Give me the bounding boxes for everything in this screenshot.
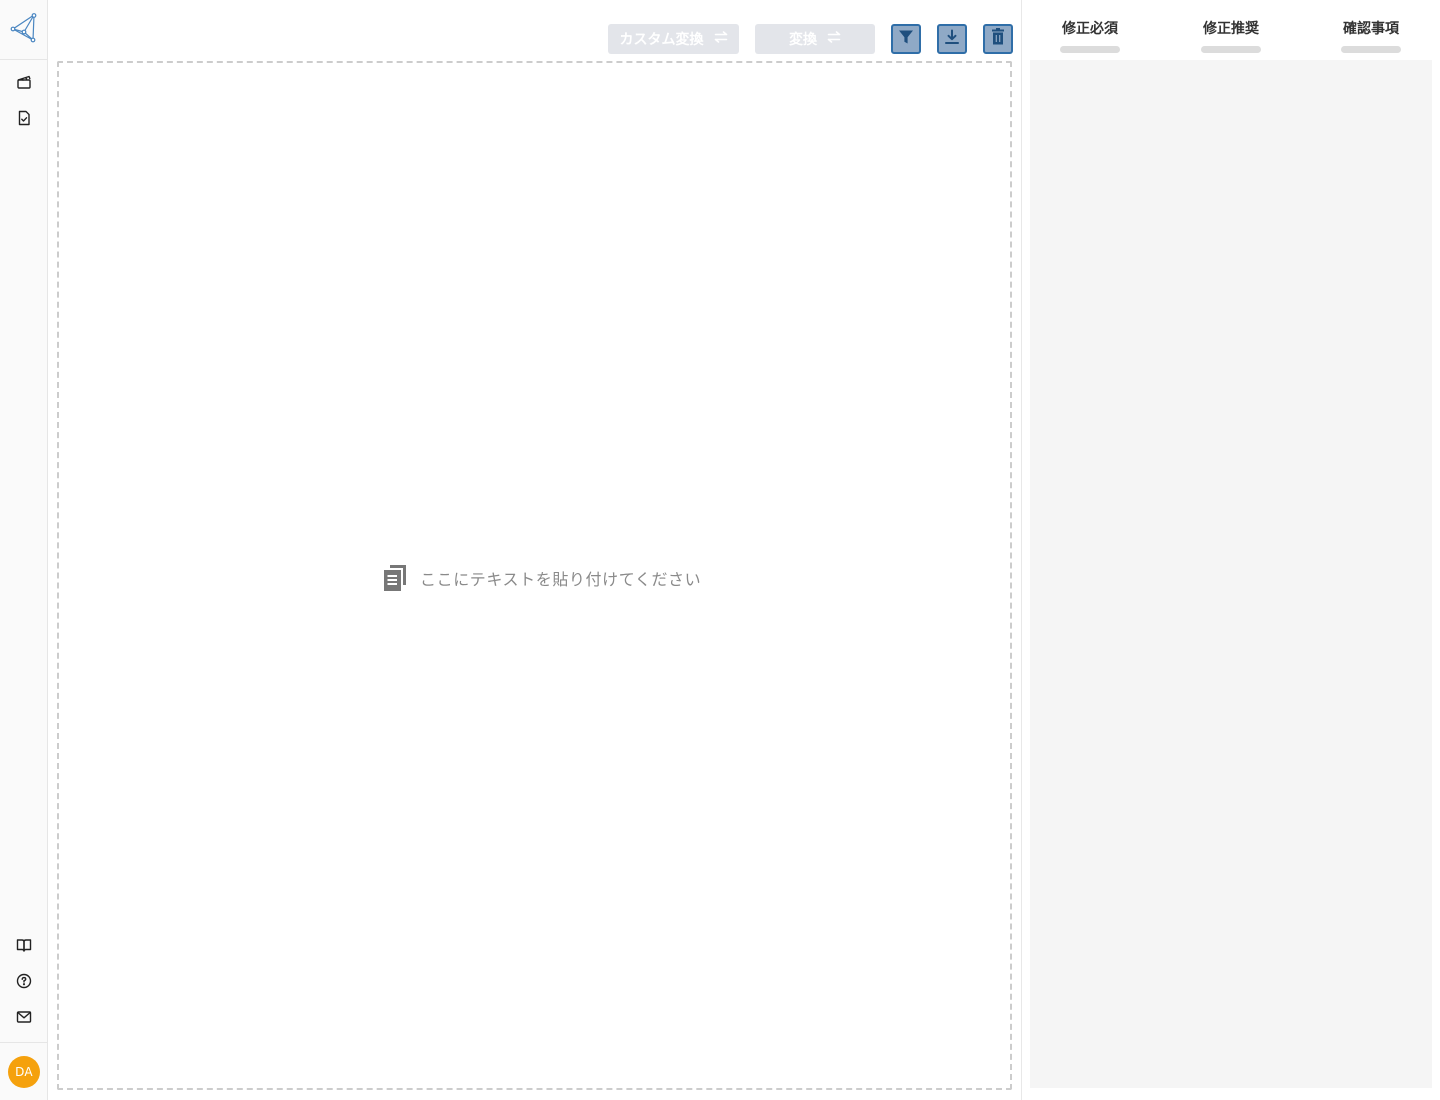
tab-must-fix[interactable]: 修正必須 <box>1050 18 1130 53</box>
swap-arrows-icon <box>714 31 728 47</box>
sidebar-divider <box>0 1042 47 1043</box>
main-area: カスタム変換 変換 ここにテキストを貼り付けてください <box>48 0 1021 1100</box>
paste-placeholder-text: ここにテキストを貼り付けてください <box>420 570 702 589</box>
sidebar-item-manual[interactable] <box>11 934 37 960</box>
app-logo[interactable] <box>0 0 47 60</box>
convert-button[interactable]: 変換 <box>755 24 875 54</box>
paste-placeholder: ここにテキストを貼り付けてください <box>382 563 701 593</box>
tab-label: 修正推奨 <box>1203 21 1259 37</box>
clapperboard-icon <box>16 74 32 94</box>
custom-convert-label: カスタム変換 <box>619 32 704 48</box>
custom-convert-button[interactable]: カスタム変換 <box>608 24 739 54</box>
tab-confirm[interactable]: 確認事項 <box>1331 18 1411 53</box>
filter-button[interactable] <box>891 24 921 54</box>
text-paste-area[interactable]: ここにテキストを貼り付けてください <box>57 61 1012 1090</box>
delete-button[interactable] <box>983 24 1013 54</box>
sidebar-item-help[interactable] <box>11 970 37 996</box>
avatar[interactable]: DA <box>8 1056 40 1088</box>
convert-label: 変換 <box>789 32 817 48</box>
results-list <box>1030 60 1432 1088</box>
tab-recommended[interactable]: 修正推奨 <box>1191 18 1271 53</box>
avatar-initials: DA <box>15 1065 33 1079</box>
download-icon <box>944 29 960 49</box>
swap-arrows-icon <box>827 31 841 47</box>
triangle-network-logo-icon <box>10 12 38 47</box>
tab-indicator <box>1201 46 1261 53</box>
tab-label: 確認事項 <box>1343 21 1399 37</box>
tab-indicator <box>1341 46 1401 53</box>
tab-indicator <box>1060 46 1120 53</box>
results-panel: 修正必須 修正推奨 確認事項 <box>1022 0 1440 1100</box>
sidebar: DA <box>0 0 48 1100</box>
sidebar-item-documents[interactable] <box>11 107 37 133</box>
sidebar-item-contact[interactable] <box>11 1006 37 1032</box>
help-circle-icon <box>16 973 32 993</box>
filter-icon <box>898 29 914 49</box>
sidebar-item-videos[interactable] <box>11 71 37 97</box>
document-check-icon <box>16 110 32 130</box>
download-button[interactable] <box>937 24 967 54</box>
app-root: DA カスタム変換 変換 ここにテキストを貼り付けてください 修正必須 修正推奨… <box>0 0 1440 1100</box>
book-open-icon <box>16 937 32 957</box>
mail-icon <box>16 1009 32 1029</box>
copy-document-icon <box>382 563 408 593</box>
trash-icon <box>990 28 1006 50</box>
tab-label: 修正必須 <box>1062 21 1118 37</box>
